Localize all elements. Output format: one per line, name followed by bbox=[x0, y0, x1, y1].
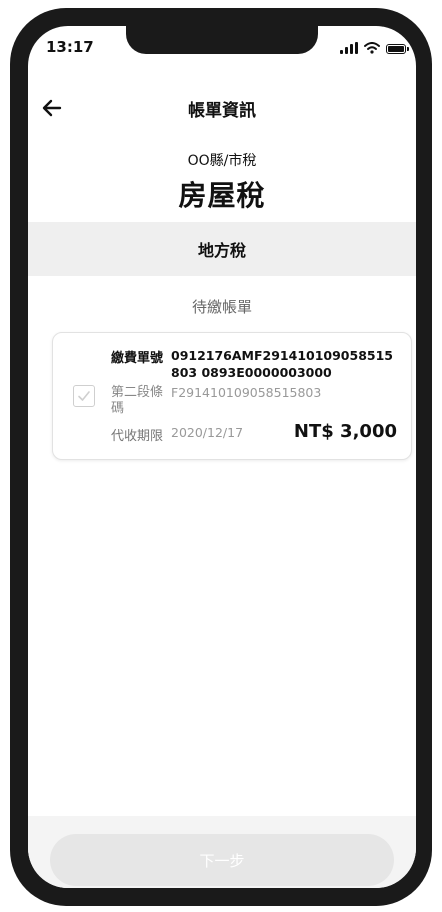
phone-bezel: 13:17 帳單資訊 OO縣/市稅 房屋稅 地方稅 待繳帳單 繳費單號 0912… bbox=[10, 8, 432, 906]
tax-name: 房屋稅 bbox=[178, 179, 266, 212]
barcode2-row: 第二段條碼 F291410109058515803 bbox=[111, 385, 321, 417]
next-button[interactable]: 下一步 bbox=[50, 834, 394, 886]
section-local-tax: 地方稅 bbox=[28, 222, 416, 276]
top-nav: 帳單資訊 bbox=[28, 88, 416, 128]
signal-icon bbox=[340, 42, 358, 54]
battery-icon bbox=[386, 44, 409, 54]
bill-amount: NT$ 3,000 bbox=[293, 421, 397, 442]
status-icons bbox=[340, 38, 409, 54]
notch bbox=[126, 26, 318, 54]
phone-screen: 13:17 帳單資訊 OO縣/市稅 房屋稅 地方稅 待繳帳單 繳費單號 0912… bbox=[28, 26, 416, 888]
wifi-icon bbox=[364, 42, 380, 54]
section-label: 地方稅 bbox=[197, 241, 246, 260]
tax-issuer: OO縣/市稅 bbox=[187, 153, 257, 169]
page-title: 帳單資訊 bbox=[188, 101, 256, 121]
bill-card[interactable]: 繳費單號 0912176AMF291410109058515803 0893E0… bbox=[52, 332, 412, 460]
status-time: 13:17 bbox=[46, 38, 94, 56]
checkmark-icon bbox=[78, 391, 90, 401]
app-frame: 13:17 帳單資訊 OO縣/市稅 房屋稅 地方稅 待繳帳單 繳費單號 0912… bbox=[0, 0, 442, 912]
bottom-bar: 下一步 bbox=[28, 816, 416, 888]
payment-no-value: 0912176AMF291410109058515803 0893E000000… bbox=[171, 348, 393, 380]
due-date-value: 2020/12/17 bbox=[171, 425, 244, 440]
bill-checkbox[interactable] bbox=[73, 385, 95, 407]
due-date-row: 代收期限 2020/12/17 bbox=[111, 425, 243, 444]
due-date-label: 代收期限 bbox=[111, 429, 164, 444]
barcode2-value: F291410109058515803 bbox=[171, 385, 322, 400]
pending-bills-label: 待繳帳單 bbox=[191, 298, 252, 316]
payment-no-row: 繳費單號 0912176AMF291410109058515803 0893E0… bbox=[111, 347, 401, 381]
payment-no-label: 繳費單號 bbox=[111, 351, 164, 366]
barcode2-label: 第二段條碼 bbox=[111, 385, 164, 416]
